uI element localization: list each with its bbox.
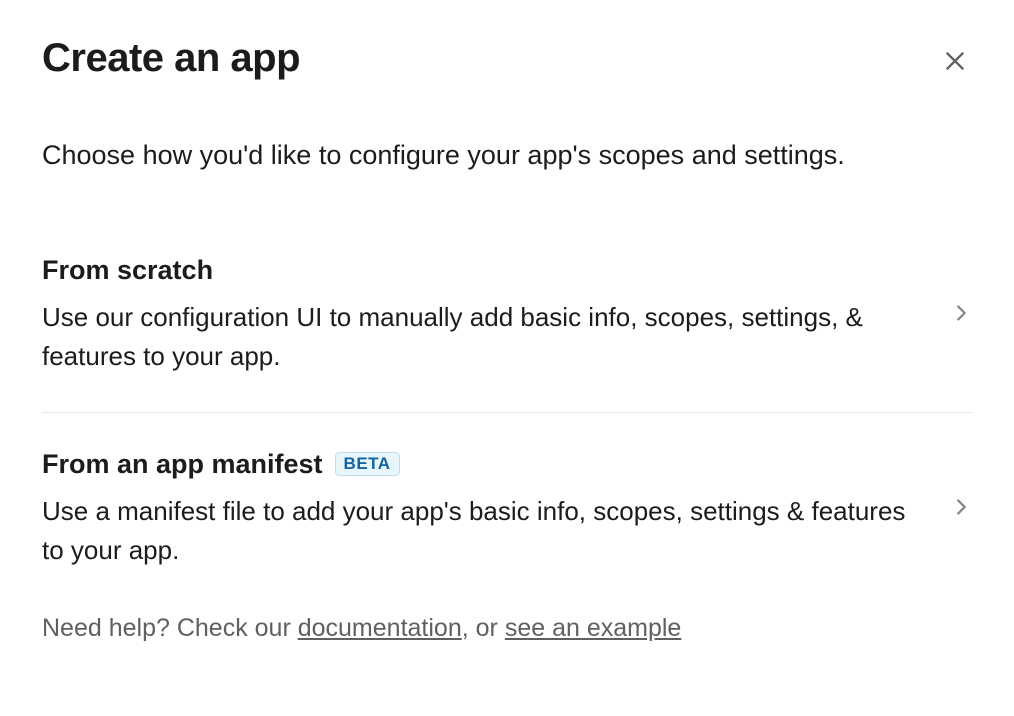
help-text: Need help? Check our documentation, or s… [42,614,972,643]
option-content: From scratch Use our configuration UI to… [42,255,950,376]
option-title: From an app manifest [42,449,323,480]
see-example-link[interactable]: see an example [505,614,682,642]
help-prefix: Need help? Check our [42,614,298,642]
modal-title: Create an app [42,36,300,81]
option-title: From scratch [42,255,213,286]
documentation-link[interactable]: documentation [298,614,462,642]
chevron-right-icon [950,496,972,523]
option-title-row: From scratch [42,255,910,286]
option-description: Use a manifest file to add your app's ba… [42,492,910,570]
close-icon [942,48,968,77]
option-from-scratch[interactable]: From scratch Use our configuration UI to… [42,255,972,376]
divider [42,412,972,413]
option-title-row: From an app manifest BETA [42,449,910,480]
option-content: From an app manifest BETA Use a manifest… [42,449,950,570]
close-button[interactable] [938,44,972,81]
option-from-manifest[interactable]: From an app manifest BETA Use a manifest… [42,449,972,570]
chevron-right-icon [950,302,972,329]
option-description: Use our configuration UI to manually add… [42,298,910,376]
modal-header: Create an app [42,36,972,81]
modal-subtitle: Choose how you'd like to configure your … [42,137,972,175]
help-middle: , or [462,614,505,642]
beta-badge: BETA [335,452,400,476]
